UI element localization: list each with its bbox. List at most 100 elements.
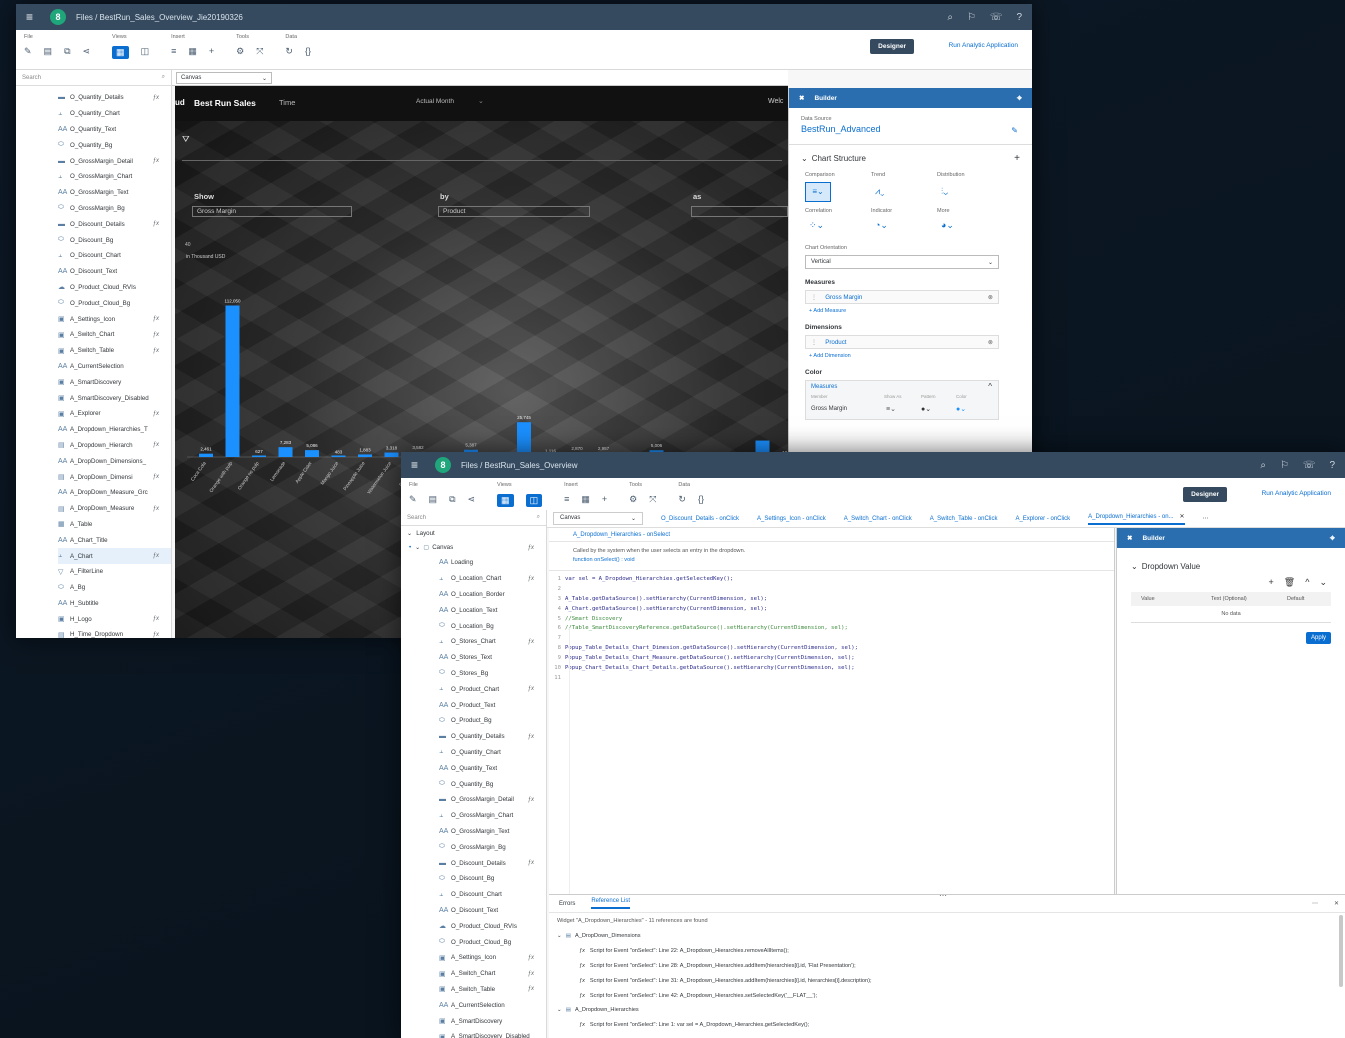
edit-icon[interactable]: ✎: [24, 46, 32, 57]
tree-item[interactable]: ⬭ O_Discount_Bg: [439, 871, 546, 887]
script-icon[interactable]: {}: [305, 46, 311, 57]
breadcrumb[interactable]: Files / BestRun_Sales_Overview: [461, 461, 578, 470]
tree-item[interactable]: ⬭ O_Product_Cloud_Bg: [439, 934, 546, 950]
tree-item[interactable]: ▣ A_Settings_Icon ƒx: [58, 311, 171, 327]
tree-item[interactable]: ▣ A_Switch_Chart ƒx: [58, 327, 171, 343]
tree-item[interactable]: AA A_Chart_Title: [58, 532, 171, 548]
tree-item[interactable]: ▣ H_Logo ƒx: [58, 611, 171, 627]
add-icon[interactable]: +: [1269, 577, 1274, 588]
code-line[interactable]: 10 Popup_Chart_Details_Chart_Details.getD…: [549, 663, 1114, 673]
bar[interactable]: [331, 455, 346, 458]
bar[interactable]: [305, 450, 319, 457]
script-fx-icon[interactable]: ƒx: [153, 474, 159, 480]
script-fx-icon[interactable]: ƒx: [528, 639, 534, 645]
reference-group[interactable]: ⌄ ▤ A_DropDown_Dimensions: [557, 929, 1345, 944]
menu-icon[interactable]: ≡: [411, 458, 425, 472]
tree-item[interactable]: ▣ A_SmartDiscovery_Disabled: [58, 390, 171, 406]
canvas-node[interactable]: • ⌄ ▢ Canvas ƒx: [401, 540, 546, 555]
tree-item[interactable]: ▬ O_GrossMargin_Detail ƒx: [439, 792, 546, 808]
script-fx-icon[interactable]: ƒx: [527, 544, 534, 551]
tree-item[interactable]: AA O_Stores_Text: [439, 650, 546, 666]
tree-item[interactable]: ⫠ O_Quantity_Chart: [58, 106, 171, 122]
script-fx-icon[interactable]: ƒx: [153, 348, 159, 354]
tree-item[interactable]: ⫠ O_Product_Chart ƒx: [439, 681, 546, 697]
measure-token[interactable]: ⋮ Gross Margin ⊗: [805, 290, 999, 304]
layout-node[interactable]: ⌄ Layout: [401, 526, 546, 540]
code-line[interactable]: 5 //Smart Discovery: [549, 614, 1114, 624]
canvas-tab[interactable]: Canvas ⌄: [176, 72, 272, 84]
tree-item[interactable]: ⬭ O_Quantity_Bg: [439, 776, 546, 792]
search-icon[interactable]: ⌕: [1260, 460, 1266, 471]
tree-item[interactable]: ▬ O_Discount_Details ƒx: [439, 855, 546, 871]
user-logo-icon[interactable]: 8: [435, 457, 451, 473]
tree-item[interactable]: AA H_Subtitle: [58, 596, 171, 612]
remove-icon[interactable]: ⊗: [988, 339, 993, 346]
insert-table-icon[interactable]: ▦: [188, 46, 197, 57]
more-tabs-icon[interactable]: ⋯: [1203, 515, 1209, 522]
tree-item[interactable]: ⬭ A_Bg: [58, 580, 171, 596]
reference-list-tab[interactable]: Reference List: [591, 898, 631, 909]
tree-item[interactable]: ▣ A_Switch_Table ƒx: [58, 343, 171, 359]
outline-view-icon[interactable]: ▦: [112, 46, 129, 59]
script-fx-icon[interactable]: ƒx: [153, 632, 159, 638]
code-line[interactable]: 8 Popup_Table_Details_Chart_Dimesion.getD…: [549, 643, 1114, 653]
reference-item[interactable]: ƒx Script for Event "onSelect": Line 22: …: [557, 944, 1345, 959]
tree-item[interactable]: AA O_Product_Text: [439, 697, 546, 713]
run-app-link[interactable]: Run Analytic Application: [949, 42, 1018, 49]
script-fx-icon[interactable]: ƒx: [153, 316, 159, 322]
tree-item[interactable]: ⫠ O_Stores_Chart ƒx: [439, 634, 546, 650]
drag-handle-icon[interactable]: ⋮: [811, 294, 817, 301]
canvas-tab[interactable]: Canvas ⌄: [553, 512, 643, 525]
drag-handle-icon[interactable]: ⋮: [811, 339, 817, 346]
close-icon[interactable]: ✕: [1180, 514, 1185, 520]
edit-icon[interactable]: ✎: [1011, 126, 1018, 135]
outline-search[interactable]: Search ⌕: [16, 70, 171, 86]
notification-icon[interactable]: ⚐: [967, 12, 976, 23]
tree-item[interactable]: ▬ O_Quantity_Details ƒx: [439, 729, 546, 745]
tree-item[interactable]: AA Loading: [439, 555, 546, 571]
tree-item[interactable]: ⬭ O_Stores_Bg: [439, 666, 546, 682]
tree-item[interactable]: ⫠ O_Discount_Chart: [58, 248, 171, 264]
save-icon[interactable]: ▤: [429, 494, 438, 505]
tree-item[interactable]: AA O_Discount_Text: [58, 264, 171, 280]
chat-icon[interactable]: ☏: [1303, 460, 1316, 471]
tree-item[interactable]: AA O_GrossMargin_Text: [439, 824, 546, 840]
resize-handle-icon[interactable]: ⋯: [939, 891, 947, 900]
tree-item[interactable]: ▤ H_Time_Dropdown ƒx: [58, 627, 171, 638]
tree-item[interactable]: ▣ A_Settings_Icon ƒx: [439, 950, 546, 966]
help-icon[interactable]: ?: [1016, 12, 1022, 23]
insert-plus-icon[interactable]: +: [209, 46, 214, 57]
data-source-value[interactable]: BestRun_Advanced: [801, 124, 1020, 134]
tree-item[interactable]: ⬭ O_Discount_Bg: [58, 232, 171, 248]
code-line[interactable]: 9 Popup_Table_Details_Chart_Measure.getDa…: [549, 653, 1114, 663]
panel-view-icon[interactable]: ◫: [525, 494, 543, 507]
code-line[interactable]: 11: [549, 673, 1114, 683]
outline-search[interactable]: Search ⌕: [401, 510, 546, 526]
script-fx-icon[interactable]: ƒx: [528, 971, 534, 977]
menu-icon[interactable]: ≡: [26, 10, 40, 24]
insert-plus-icon[interactable]: +: [602, 494, 607, 505]
tree-item[interactable]: ⫠ O_GrossMargin_Chart: [439, 808, 546, 824]
pin-icon[interactable]: ⌖: [1017, 93, 1022, 104]
code-line[interactable]: 6 //Table_SmartDiscoveryReference.getData…: [549, 623, 1114, 633]
scatter-chart-icon[interactable]: ⁘⌄: [805, 216, 871, 235]
reference-group[interactable]: ⌄ ▤ A_Dropdown_Hierarchies: [557, 1003, 1345, 1018]
tree-item[interactable]: ▣ A_Switch_Table ƒx: [439, 982, 546, 998]
help-icon[interactable]: ?: [1329, 460, 1335, 471]
script-fx-icon[interactable]: ƒx: [153, 332, 159, 338]
bar-chart-icon[interactable]: ≡⌄: [805, 182, 831, 202]
bar[interactable]: [384, 452, 399, 457]
orientation-select[interactable]: Vertical ⌄: [805, 255, 999, 269]
tree-item[interactable]: ▦ A_Table: [58, 517, 171, 533]
edit-icon[interactable]: ✎: [409, 494, 417, 505]
dropdown-value-header[interactable]: ⌄ Dropdown Value: [1131, 562, 1331, 571]
script-fx-icon[interactable]: ƒx: [153, 442, 159, 448]
script-fx-icon[interactable]: ƒx: [153, 506, 159, 512]
tree-item[interactable]: AA A_CurrentSelection: [439, 997, 546, 1013]
tree-item[interactable]: ⬭ O_Quantity_Bg: [58, 137, 171, 153]
script-fx-icon[interactable]: ƒx: [528, 797, 534, 803]
tree-item[interactable]: ⬭ O_Product_Bg: [439, 713, 546, 729]
pin-icon[interactable]: ⌖: [1330, 533, 1335, 544]
tab-switch-chart[interactable]: A_Switch_Chart - onClick: [844, 516, 912, 522]
tree-item[interactable]: AA O_Discount_Text: [439, 903, 546, 919]
